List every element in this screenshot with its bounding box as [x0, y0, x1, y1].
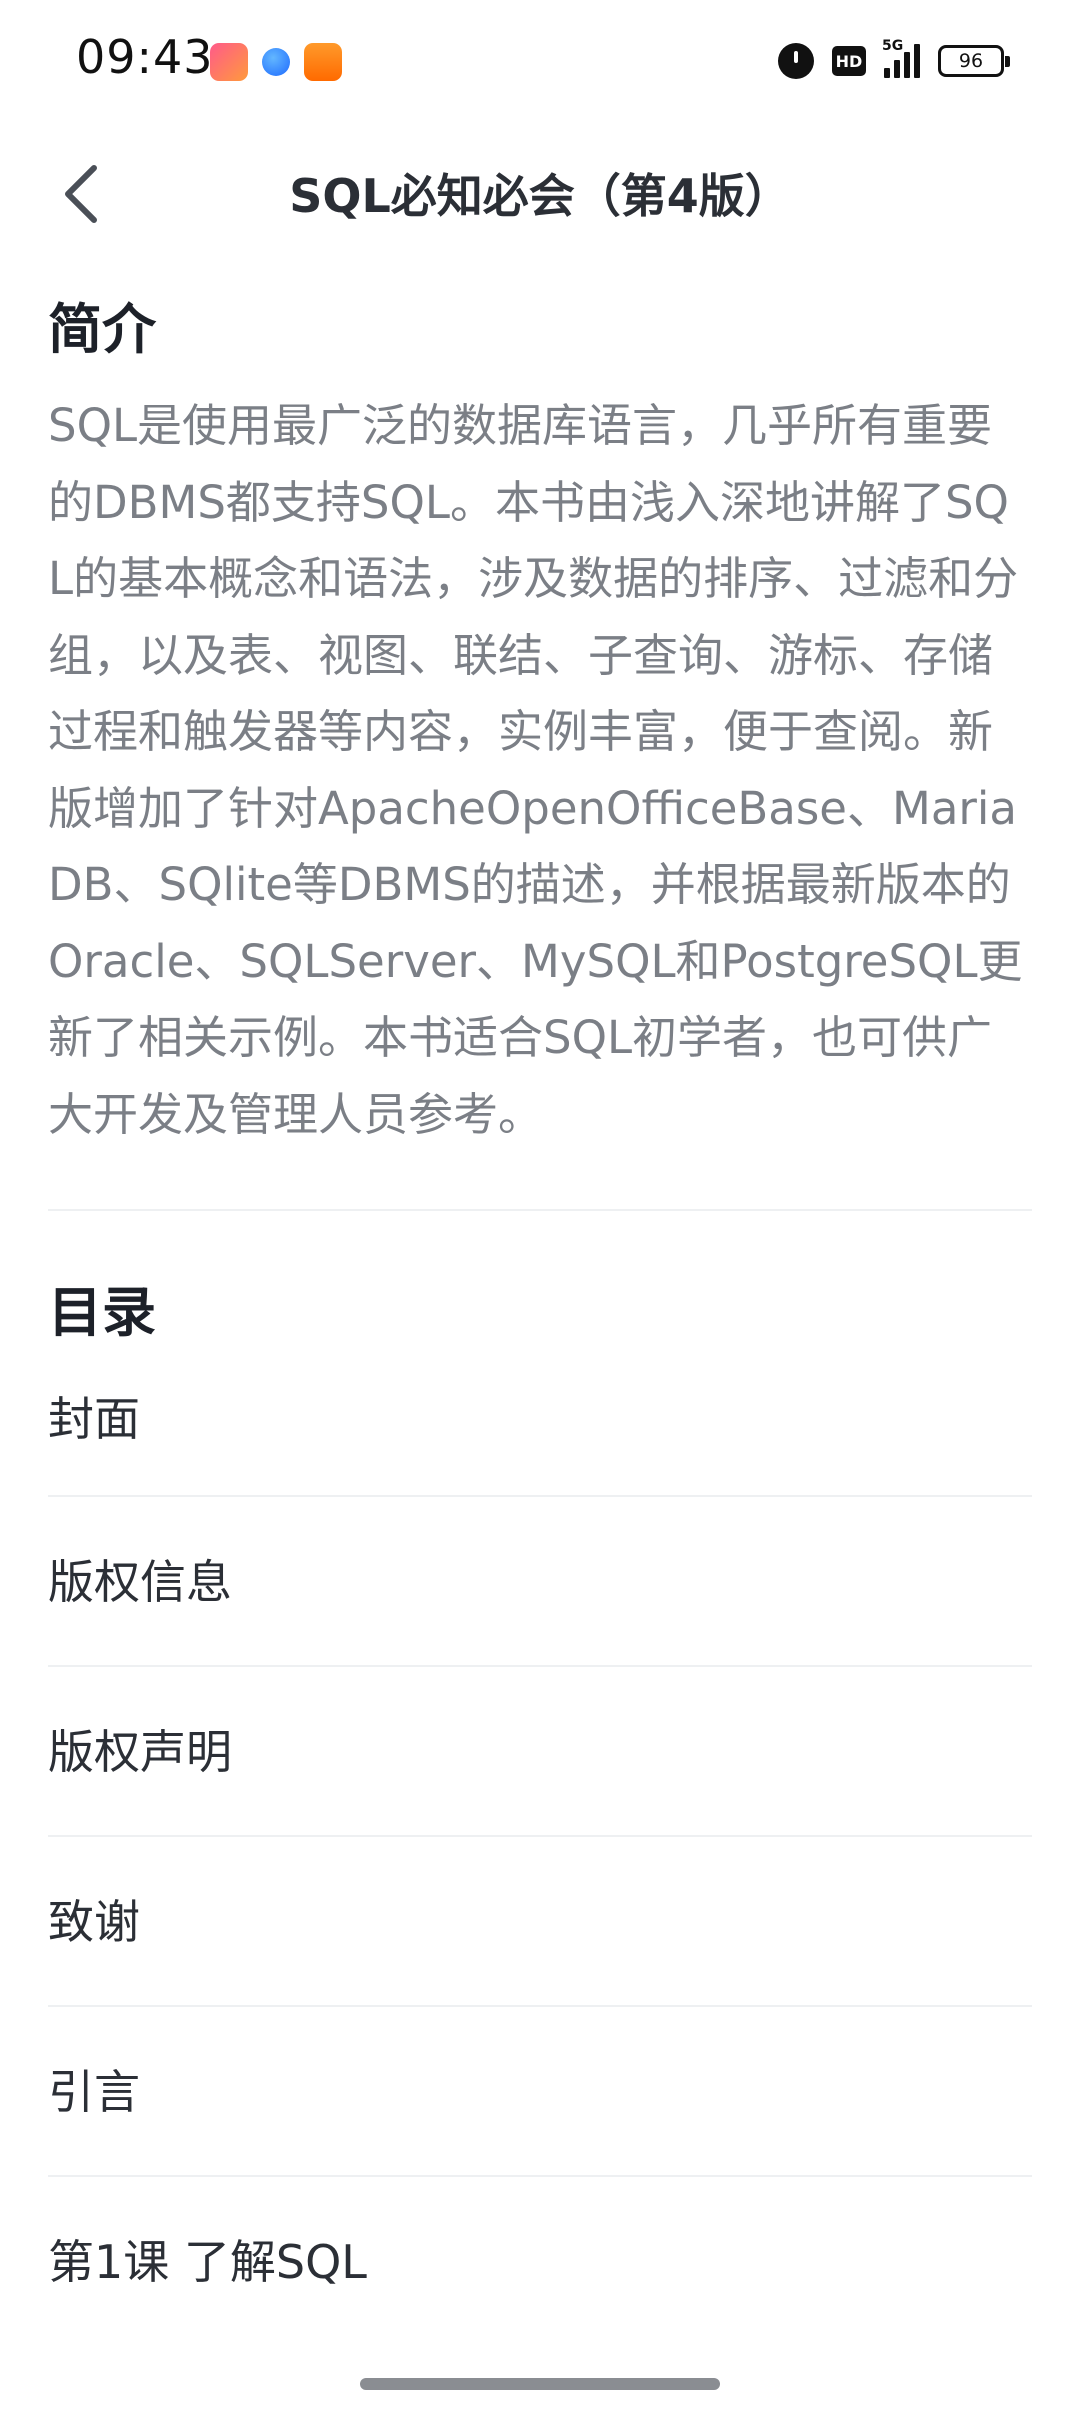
nav-bar: SQL必知必会（第4版） [0, 130, 1080, 260]
page-title: SQL必知必会（第4版） [289, 169, 791, 223]
divider [48, 1209, 1032, 1211]
pink-app-icon [210, 43, 248, 81]
status-time: 09:43 [76, 30, 214, 84]
toc-item-acknowledgements[interactable]: 致谢 [48, 1837, 1032, 2007]
toc-item-copyright-info[interactable]: 版权信息 [48, 1497, 1032, 1667]
orange-app-icon [304, 43, 342, 81]
toc-item-cover[interactable]: 封面 [48, 1353, 1032, 1497]
screen: 09:43 HD 5G 96 SQL必知必会（第4版） 简介 SQL是使用最广泛… [0, 0, 1080, 2412]
alarm-icon [778, 43, 814, 79]
hd-icon: HD [832, 46, 866, 76]
intro-heading: 简介 [48, 298, 156, 361]
intro-text: SQL是使用最广泛的数据库语言，几乎所有重要的DBMS都支持SQL。本书由浅入深… [48, 399, 1023, 1141]
signal-icon: 5G [882, 38, 920, 78]
toc-item-lesson-1[interactable]: 第1课 了解SQL [48, 2177, 1032, 2347]
home-indicator[interactable] [360, 2378, 720, 2390]
status-bar: 09:43 HD 5G 96 [0, 0, 1080, 120]
status-indicators: HD 5G 96 [778, 36, 1010, 86]
battery-level: 96 [958, 50, 984, 72]
toc-heading: 目录 [48, 1281, 156, 1344]
notification-icons [210, 40, 342, 84]
content: 简介 SQL是使用最广泛的数据库语言，几乎所有重要的DBMS都支持SQL。本书由… [48, 290, 1032, 2347]
blue-app-icon [262, 48, 290, 76]
battery-icon: 96 [938, 45, 1010, 77]
network-type-label: 5G [882, 38, 904, 54]
toc-item-introduction[interactable]: 引言 [48, 2007, 1032, 2177]
toc-list: 封面 版权信息 版权声明 致谢 引言 第1课 了解SQL [48, 1353, 1032, 2347]
toc-item-copyright-statement[interactable]: 版权声明 [48, 1667, 1032, 1837]
